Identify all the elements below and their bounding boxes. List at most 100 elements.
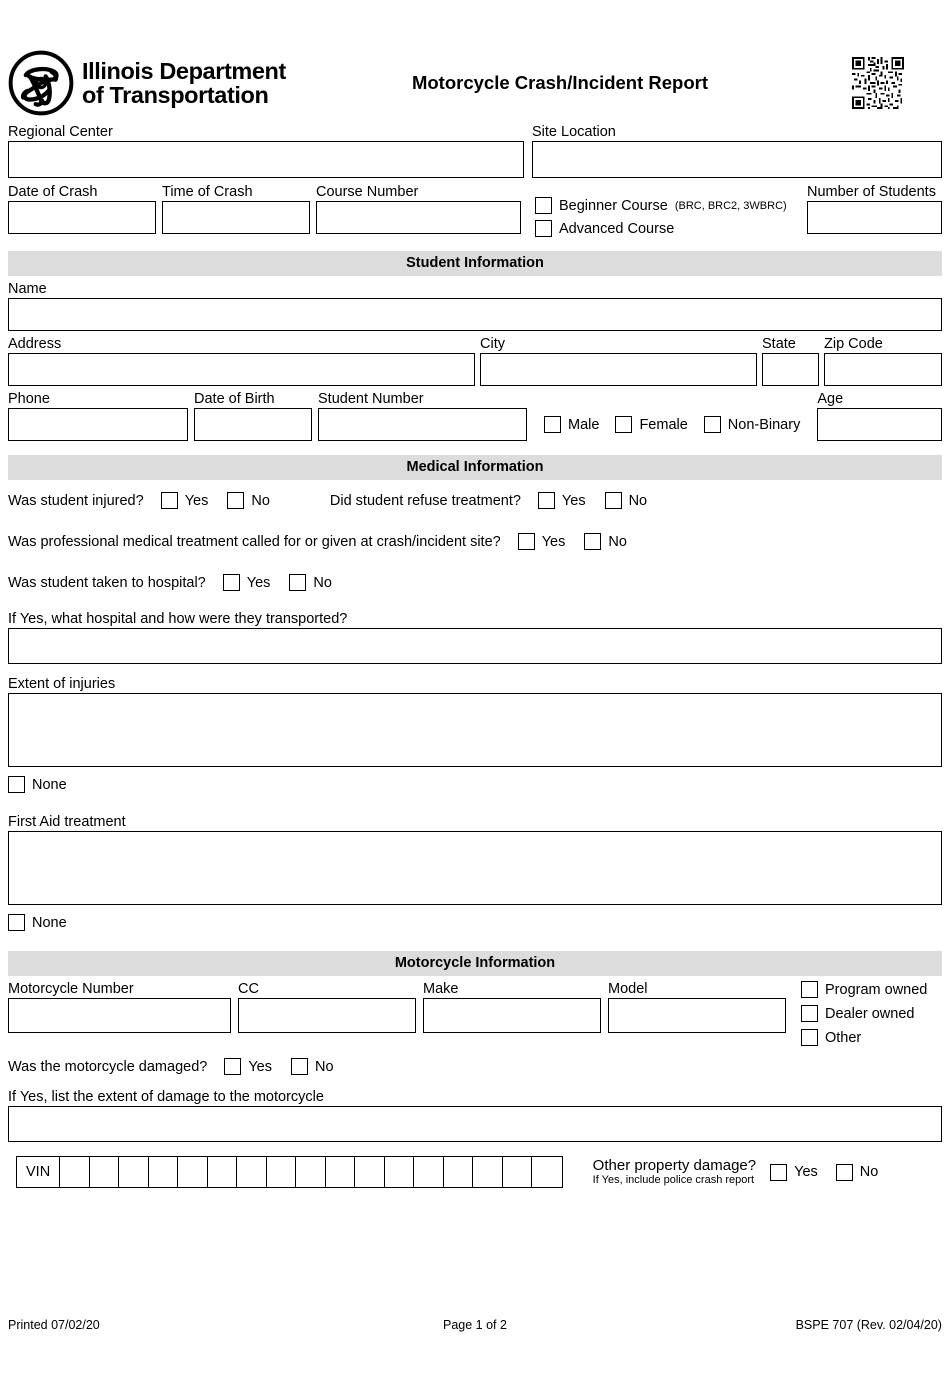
time-of-crash-input[interactable]	[162, 201, 310, 234]
student-number-input[interactable]	[318, 408, 527, 441]
date-of-crash-input[interactable]	[8, 201, 156, 234]
advanced-course-option[interactable]: Advanced Course	[535, 220, 807, 237]
taken-to-hospital-yes-checkbox[interactable]	[222, 574, 240, 591]
age-input[interactable]	[817, 408, 942, 441]
other-property-damage-no-checkbox[interactable]	[835, 1163, 853, 1181]
refuse-treatment-yes-label: Yes	[561, 492, 586, 509]
vin-cell[interactable]	[444, 1157, 474, 1187]
refuse-treatment-yes-checkbox[interactable]	[537, 492, 555, 509]
taken-to-hospital-no-checkbox[interactable]	[289, 574, 307, 591]
vin-cell[interactable]	[414, 1157, 444, 1187]
dealer-owned-checkbox[interactable]	[801, 1005, 818, 1022]
professional-treatment-no-label: No	[608, 533, 627, 550]
motorcycle-damaged-no-checkbox[interactable]	[291, 1058, 308, 1075]
vin-cell[interactable]	[385, 1157, 415, 1187]
field-state: State	[762, 336, 819, 386]
gender-option-non-binary[interactable]: Non-Binary	[703, 416, 800, 433]
vin-cell[interactable]	[90, 1157, 120, 1187]
taken-to-hospital-no[interactable]: No	[289, 574, 332, 591]
vin-cell[interactable]	[326, 1157, 356, 1187]
make-input[interactable]	[423, 998, 601, 1033]
other-property-damage-no[interactable]: No	[835, 1163, 878, 1181]
student-injured-yes[interactable]: Yes	[160, 492, 208, 509]
professional-treatment-no[interactable]: No	[584, 533, 627, 550]
motorcycle-damaged-no[interactable]: No	[291, 1058, 334, 1075]
name-input[interactable]	[8, 298, 942, 331]
first-aid-none-checkbox[interactable]	[8, 914, 25, 931]
page-number: Page 1 of 2	[443, 1318, 507, 1332]
vin-cell[interactable]	[355, 1157, 385, 1187]
female-label: Female	[639, 416, 688, 433]
damage-extent-input[interactable]	[8, 1106, 942, 1142]
number-of-students-input[interactable]	[807, 201, 942, 234]
professional-treatment-yes-checkbox[interactable]	[517, 533, 535, 550]
gender-option-male[interactable]: Male	[544, 416, 599, 433]
field-zip-code: Zip Code	[824, 336, 942, 386]
vin-cell[interactable]	[60, 1157, 90, 1187]
vin-cell[interactable]	[296, 1157, 326, 1187]
city-input[interactable]	[480, 353, 757, 386]
vin-cell[interactable]	[532, 1157, 562, 1187]
ownership-option-dealer[interactable]: Dealer owned	[801, 1005, 927, 1022]
professional-treatment-yes[interactable]: Yes	[517, 533, 565, 550]
other-property-damage-yes[interactable]: Yes	[770, 1163, 818, 1181]
vin-cell[interactable]	[149, 1157, 179, 1187]
student-injured-no-checkbox[interactable]	[227, 492, 245, 509]
taken-to-hospital-question: Was student taken to hospital?	[8, 574, 206, 591]
phone-label: Phone	[8, 391, 50, 407]
other-property-damage-yes-checkbox[interactable]	[770, 1163, 788, 1181]
vin-cell[interactable]	[473, 1157, 503, 1187]
other-owned-checkbox[interactable]	[801, 1029, 818, 1046]
student-injured-no[interactable]: No	[227, 492, 270, 509]
extent-of-injuries-input[interactable]	[8, 693, 942, 767]
site-location-label: Site Location	[532, 124, 616, 140]
ownership-option-other[interactable]: Other	[801, 1029, 927, 1046]
ownership-option-program[interactable]: Program owned	[801, 981, 927, 998]
vin-input-group[interactable]: VIN	[16, 1156, 563, 1188]
female-checkbox[interactable]	[615, 416, 633, 433]
motorcycle-damaged-yes-checkbox[interactable]	[224, 1058, 242, 1075]
vin-cell[interactable]	[237, 1157, 267, 1187]
state-input[interactable]	[762, 353, 819, 386]
zip-code-input[interactable]	[824, 353, 942, 386]
vin-label: VIN	[17, 1157, 61, 1187]
field-first-aid-treatment: First Aid treatment	[8, 814, 942, 905]
motorcycle-number-input[interactable]	[8, 998, 231, 1033]
refuse-treatment-yes[interactable]: Yes	[537, 492, 586, 509]
non-binary-checkbox[interactable]	[703, 416, 721, 433]
advanced-course-checkbox[interactable]	[535, 220, 552, 237]
vin-cell[interactable]	[208, 1157, 238, 1187]
beginner-course-checkbox[interactable]	[535, 197, 552, 214]
vin-cell[interactable]	[119, 1157, 149, 1187]
motorcycle-damaged-question: Was the motorcycle damaged?	[8, 1058, 208, 1075]
hospital-transport-input[interactable]	[8, 628, 942, 664]
vin-cell[interactable]	[178, 1157, 208, 1187]
first-aid-none-option[interactable]: None	[8, 914, 942, 931]
advanced-course-label: Advanced Course	[559, 220, 675, 237]
vin-cell[interactable]	[267, 1157, 297, 1187]
cc-input[interactable]	[238, 998, 416, 1033]
male-checkbox[interactable]	[544, 416, 561, 433]
refuse-treatment-no[interactable]: No	[604, 492, 647, 509]
professional-treatment-no-checkbox[interactable]	[584, 533, 602, 550]
phone-input[interactable]	[8, 408, 188, 441]
motorcycle-damaged-yes[interactable]: Yes	[224, 1058, 272, 1075]
vin-cell[interactable]	[503, 1157, 533, 1187]
address-input[interactable]	[8, 353, 475, 386]
injuries-none-option[interactable]: None	[8, 776, 942, 793]
date-of-birth-input[interactable]	[194, 408, 312, 441]
other-property-damage-yes-label: Yes	[794, 1164, 818, 1180]
refuse-treatment-no-checkbox[interactable]	[604, 492, 622, 509]
injuries-none-checkbox[interactable]	[8, 776, 25, 793]
model-label: Model	[608, 981, 648, 997]
gender-option-female[interactable]: Female	[615, 416, 688, 433]
taken-to-hospital-yes[interactable]: Yes	[222, 574, 270, 591]
course-number-input[interactable]	[316, 201, 521, 234]
first-aid-treatment-input[interactable]	[8, 831, 942, 905]
regional-center-input[interactable]	[8, 141, 524, 178]
student-injured-yes-checkbox[interactable]	[160, 492, 178, 509]
model-input[interactable]	[608, 998, 786, 1033]
beginner-course-option[interactable]: Beginner Course (BRC, BRC2, 3WBRC)	[535, 197, 807, 214]
site-location-input[interactable]	[532, 141, 942, 178]
program-owned-checkbox[interactable]	[801, 981, 818, 998]
